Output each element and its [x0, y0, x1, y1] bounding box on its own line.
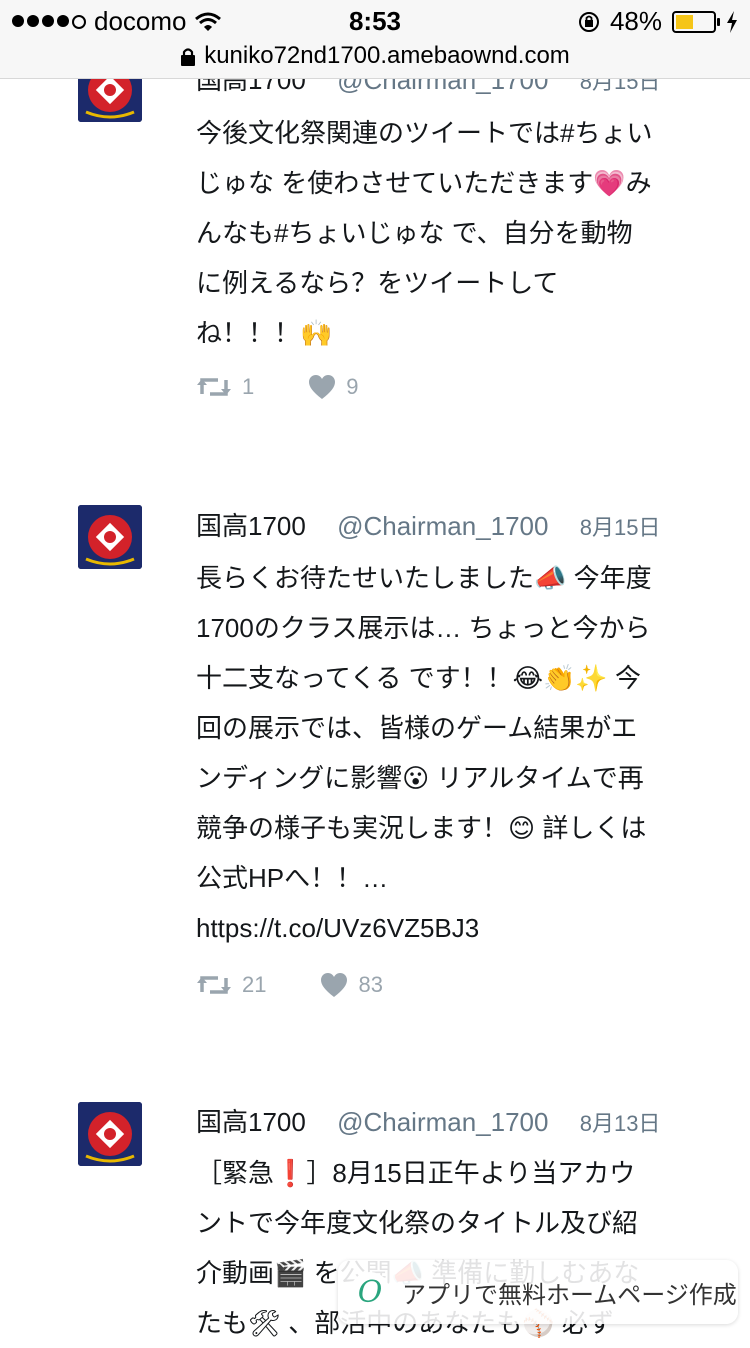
tweet-line: 今後文化祭関連のツイートでは#ちょい: [196, 118, 653, 148]
tweet-line: ね！！！🙌: [196, 318, 333, 348]
retweet-count: 1: [242, 374, 255, 399]
tweet-line: ンディングに影響😮 リアルタイムで再: [196, 763, 644, 793]
charging-bolt-icon: [727, 10, 737, 33]
tweet-link[interactable]: https://t.co/UVz6VZ5BJ3: [196, 903, 696, 953]
battery-info: 48%: [578, 6, 738, 37]
app-promo-banner[interactable]: O アプリで無料ホームページ作成: [338, 1260, 738, 1324]
avatar[interactable]: [78, 1102, 142, 1166]
user-name[interactable]: 国高1700: [196, 1107, 306, 1137]
tweet-line: に例えるなら？をツイートして: [196, 268, 559, 298]
tweet-line: じゅな を使わさせていただきます💗み: [196, 168, 652, 198]
tweet-actions: 1 9: [196, 374, 413, 400]
user-handle[interactable]: @Chairman_1700: [337, 1107, 548, 1137]
tweet-line: ［緊急❗］8月15日正午より当アカウ: [196, 1158, 636, 1188]
user-name[interactable]: 国高1700: [196, 511, 306, 541]
tweet-line: ントで今年度文化祭のタイトル及び紹: [196, 1208, 639, 1238]
tweet-line: 回の展示では、皆様のゲーム結果がエ: [196, 713, 638, 743]
tweet-date[interactable]: 8月13日: [580, 1111, 661, 1136]
orientation-lock-icon: [578, 11, 599, 32]
tweet-text: 長らくお待たせいたしました📣 今年度 1700のクラス展示は… ちょっと今から …: [196, 553, 696, 953]
tweet-line: 競争の様子も実況します！😊 詳しくは: [196, 813, 647, 843]
tweet-text: 今後文化祭関連のツイートでは#ちょい じゅな を使わさせていただきます💗み んな…: [196, 108, 696, 358]
status-bar: docomo 8:53 48%: [0, 0, 750, 40]
tweet-date[interactable]: 8月15日: [580, 515, 661, 540]
retweet-icon: [197, 976, 231, 994]
tweet-header: 国高1700 @Chairman_1700 8月15日: [196, 506, 660, 543]
tweet-line: 公式HPへ！！…: [196, 863, 389, 893]
lock-icon: [181, 48, 196, 66]
address-bar[interactable]: kuniko72nd1700.amebaownd.com: [0, 40, 750, 79]
like-button[interactable]: 83: [320, 972, 383, 998]
retweet-count: 21: [242, 972, 267, 997]
tweet-header: 国高1700 @Chairman_1700 8月13日: [196, 1102, 660, 1139]
tweet-line: んなも#ちょいじゅな で、自分を動物: [196, 218, 633, 248]
battery-percent: 48%: [609, 6, 662, 36]
heart-icon: [321, 973, 348, 997]
url-text: kuniko72nd1700.amebaownd.com: [204, 42, 570, 69]
battery-icon: [672, 10, 720, 33]
banner-text: アプリで無料ホームページ作成: [402, 1281, 737, 1309]
like-button[interactable]: 9: [308, 374, 359, 400]
ameba-ownd-logo-icon: O: [350, 1272, 390, 1312]
retweet-icon: [197, 378, 231, 396]
heart-icon: [309, 375, 336, 399]
tweet-line: 十二支なってくる です！！😂👏✨ 今: [196, 663, 641, 693]
tweet-line: 1700のクラス展示は… ちょっと今から: [196, 613, 651, 643]
tweet-feed: 国高1700 @Chairman_1700 8月15日 今後文化祭関連のツイート…: [0, 0, 750, 1338]
avatar[interactable]: [78, 505, 142, 569]
retweet-button[interactable]: 21: [196, 972, 266, 998]
user-handle[interactable]: @Chairman_1700: [337, 511, 548, 541]
retweet-button[interactable]: 1: [196, 374, 254, 400]
tweet-actions: 21 83: [196, 972, 437, 998]
tweet-line: 長らくお待たせいたしました📣 今年度: [196, 563, 652, 593]
like-count: 83: [358, 972, 383, 997]
like-count: 9: [346, 374, 359, 399]
